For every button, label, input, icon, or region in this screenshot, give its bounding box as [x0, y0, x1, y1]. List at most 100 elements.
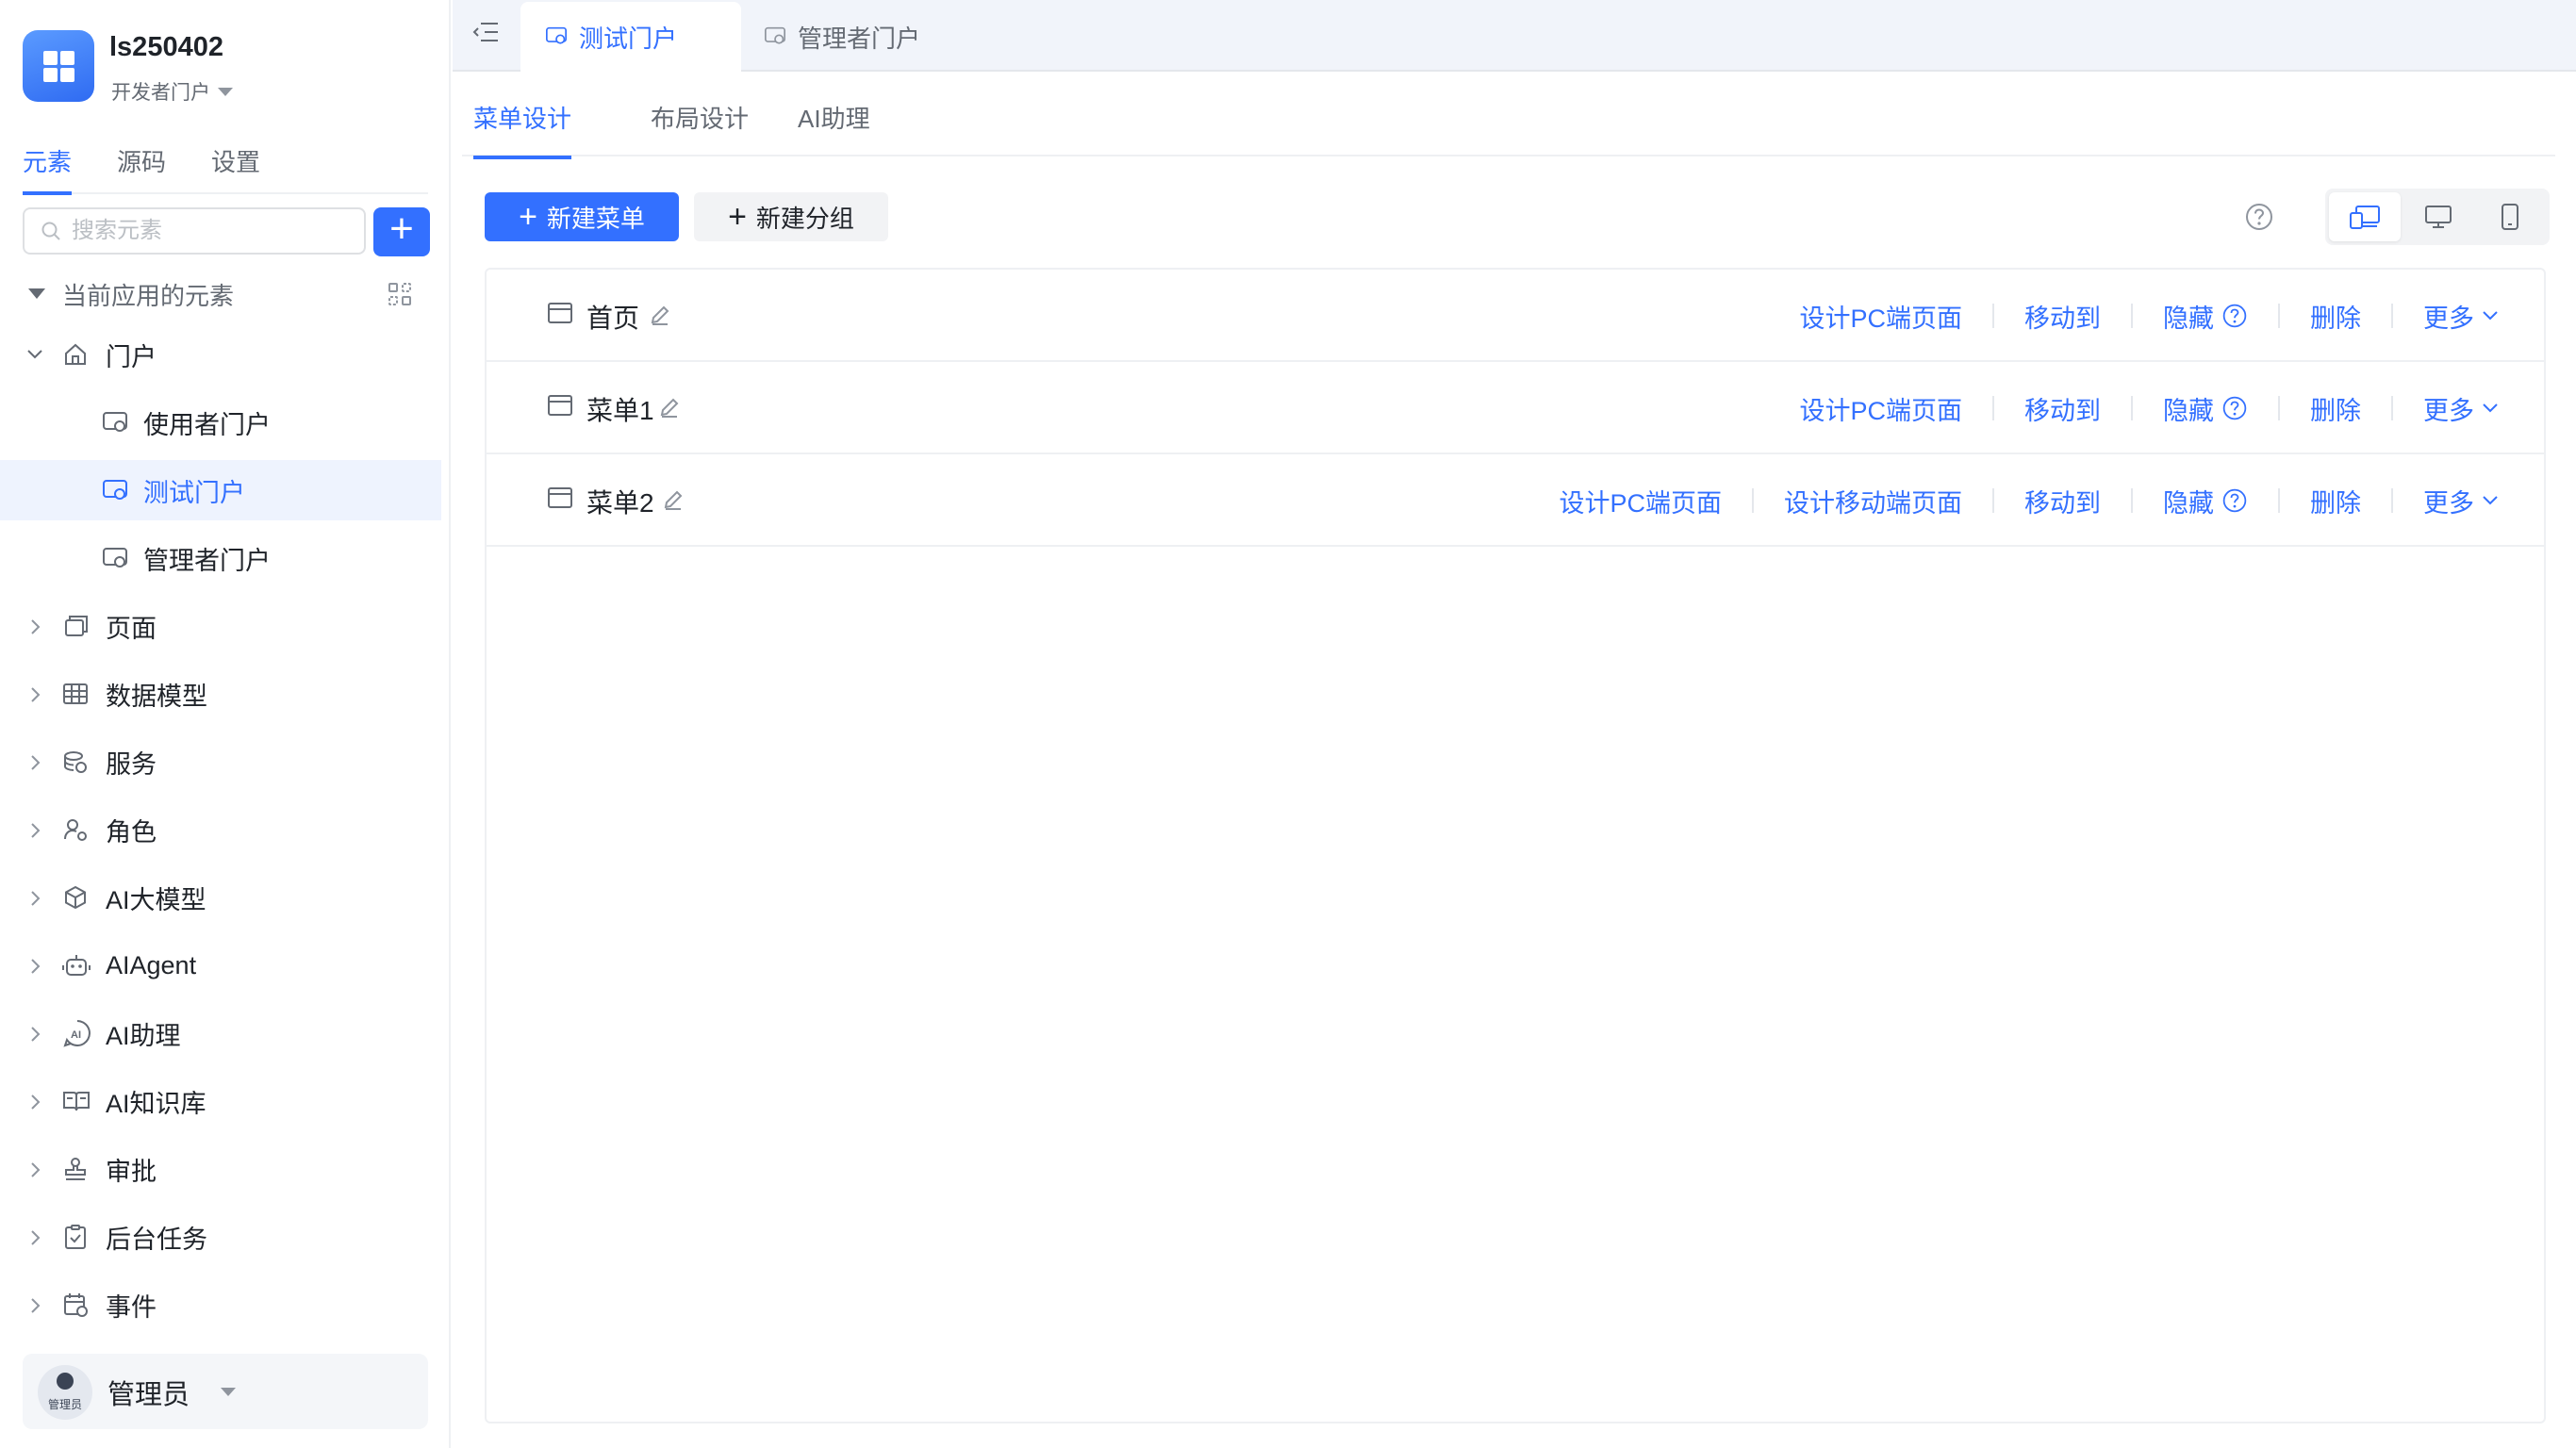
help-icon[interactable] — [2244, 202, 2274, 232]
tree-item-label: 使用者门户 — [143, 410, 271, 439]
tree-item-label: 门户 — [106, 342, 157, 371]
tree-item-ai-knowledge[interactable]: AI知识库 — [0, 1071, 441, 1131]
tree-item-label: 数据模型 — [106, 682, 207, 711]
mobile-icon — [2502, 204, 2518, 230]
tree-item-label: AI知识库 — [106, 1089, 206, 1118]
new-group-button[interactable]: + 新建分组 — [694, 192, 888, 241]
delete-link[interactable]: 删除 — [2310, 390, 2361, 427]
app-header[interactable]: ls250402 开发者门户 — [23, 30, 438, 106]
design-pc-link[interactable]: 设计PC端页面 — [1799, 298, 1962, 335]
search-input[interactable] — [72, 218, 345, 244]
new-menu-button[interactable]: + 新建菜单 — [485, 192, 679, 241]
task-icon — [65, 1225, 86, 1249]
tree-item-services[interactable]: 服务 — [0, 732, 441, 792]
tab-test-portal[interactable]: 测试门户 — [520, 2, 741, 72]
chevron-right-icon — [31, 1298, 41, 1313]
calendar-icon — [64, 1293, 88, 1317]
row-actions: 设计PC端页面 设计移动端页面 移动到 隐藏 删除 更多 — [1559, 454, 2499, 547]
design-pc-link[interactable]: 设计PC端页面 — [1799, 390, 1962, 427]
menu-row[interactable]: 首页 设计PC端页面 移动到 隐藏 删除 更多 — [487, 270, 2544, 362]
more-label: 更多 — [2423, 396, 2474, 425]
chevron-right-icon — [31, 619, 41, 634]
move-to-link[interactable]: 移动到 — [2024, 390, 2101, 427]
tree-item-ai-agent[interactable]: AIAgent — [0, 935, 441, 996]
help-icon — [2222, 304, 2247, 328]
hide-label: 隐藏 — [2163, 488, 2214, 518]
tree-item-admin-portal[interactable]: 管理者门户 — [0, 528, 441, 588]
edit-icon[interactable] — [658, 396, 681, 419]
view-pc-button[interactable] — [2403, 192, 2474, 241]
row-actions: 设计PC端页面 移动到 隐藏 删除 更多 — [1799, 362, 2499, 454]
app-name: ls250402 — [109, 32, 223, 62]
tab-layout-design[interactable]: 布局设计 — [651, 100, 749, 156]
hide-label: 隐藏 — [2163, 304, 2214, 333]
menu-item-icon — [548, 303, 572, 323]
tree-item-roles[interactable]: 角色 — [0, 799, 441, 860]
tab-admin-portal[interactable]: 管理者门户 — [764, 2, 920, 72]
tree-item-events[interactable]: 事件 — [0, 1275, 441, 1335]
view-responsive-button[interactable] — [2329, 192, 2401, 241]
menu-list: 首页 设计PC端页面 移动到 隐藏 删除 更多 菜单1 设计PC端页面 移动到 … — [485, 268, 2546, 1423]
view-mobile-button[interactable] — [2474, 192, 2546, 241]
new-menu-label: 新建菜单 — [546, 204, 645, 233]
edit-icon[interactable] — [662, 488, 685, 511]
more-dropdown[interactable]: 更多 — [2423, 390, 2499, 427]
design-pc-link[interactable]: 设计PC端页面 — [1559, 483, 1722, 519]
edit-icon[interactable] — [649, 304, 671, 326]
tree-item-label: AI助理 — [106, 1021, 181, 1050]
hide-link[interactable]: 隐藏 — [2163, 298, 2248, 335]
plus-icon: + — [519, 199, 537, 235]
sidebar-tabs: 元素 源码 设置 — [23, 141, 428, 195]
tree-item-portal[interactable]: 门户 — [0, 324, 441, 385]
tree-group-label: 当前应用的元素 — [62, 281, 235, 310]
tree-item-ai-assistant[interactable]: AI AI助理 — [0, 1003, 441, 1063]
chevron-down-icon — [2483, 311, 2498, 321]
caret-down-icon — [28, 288, 45, 299]
tree-item-user-portal[interactable]: 使用者门户 — [0, 392, 441, 452]
tree-item-label: 审批 — [106, 1157, 157, 1186]
new-group-label: 新建分组 — [755, 204, 854, 233]
delete-link[interactable]: 删除 — [2310, 483, 2361, 519]
add-element-button[interactable]: + — [373, 207, 430, 256]
tree-item-approval[interactable]: 审批 — [0, 1139, 441, 1199]
chevron-right-icon — [31, 687, 41, 702]
tree-item-pages[interactable]: 页面 — [0, 596, 441, 656]
tab-menu-design[interactable]: 菜单设计 — [473, 100, 572, 159]
more-dropdown[interactable]: 更多 — [2423, 298, 2499, 335]
tree-item-label: 事件 — [106, 1292, 157, 1322]
portal-switcher[interactable]: 开发者门户 — [111, 77, 233, 106]
hide-link[interactable]: 隐藏 — [2163, 483, 2248, 519]
portal-icon — [765, 26, 785, 44]
tree-item-label: 页面 — [106, 614, 157, 643]
tree-item-test-portal[interactable]: 测试门户 — [0, 460, 441, 520]
collapse-sidebar-icon[interactable] — [471, 19, 500, 45]
hide-link[interactable]: 隐藏 — [2163, 390, 2248, 427]
user-menu[interactable]: 管理员 管理员 — [23, 1354, 428, 1429]
tree-item-background-tasks[interactable]: 后台任务 — [0, 1207, 441, 1267]
tree-item-ai-model[interactable]: AI大模型 — [0, 867, 441, 928]
table-icon — [63, 683, 88, 704]
menu-row[interactable]: 菜单2 设计PC端页面 设计移动端页面 移动到 隐藏 删除 更多 — [487, 454, 2544, 547]
tree-item-label: 管理者门户 — [143, 546, 271, 575]
tab-ai-assistant[interactable]: AI助理 — [798, 100, 870, 156]
caret-down-icon — [221, 1388, 236, 1396]
delete-link[interactable]: 删除 — [2310, 298, 2361, 335]
portal-icon — [546, 26, 567, 44]
tree-item-label: 后台任务 — [106, 1225, 207, 1254]
move-to-link[interactable]: 移动到 — [2024, 483, 2101, 519]
menu-item-icon — [548, 395, 572, 416]
tree-item-data-model[interactable]: 数据模型 — [0, 664, 441, 724]
role-icon — [64, 819, 87, 841]
tree-group-current-app[interactable]: 当前应用的元素 — [0, 264, 441, 324]
sidebar-tab-elements[interactable]: 元素 — [23, 143, 73, 195]
sidebar-tab-settings[interactable]: 设置 — [211, 143, 260, 191]
locate-icon[interactable] — [387, 281, 413, 307]
move-to-link[interactable]: 移动到 — [2024, 298, 2101, 335]
tree-item-label: AIAgent — [106, 950, 197, 979]
sidebar-tab-source[interactable]: 源码 — [117, 143, 166, 191]
svg-text:AI: AI — [71, 1029, 81, 1041]
menu-row[interactable]: 菜单1 设计PC端页面 移动到 隐藏 删除 更多 — [487, 362, 2544, 454]
more-dropdown[interactable]: 更多 — [2423, 483, 2499, 519]
design-mobile-link[interactable]: 设计移动端页面 — [1784, 483, 1962, 519]
book-icon — [63, 1092, 90, 1111]
